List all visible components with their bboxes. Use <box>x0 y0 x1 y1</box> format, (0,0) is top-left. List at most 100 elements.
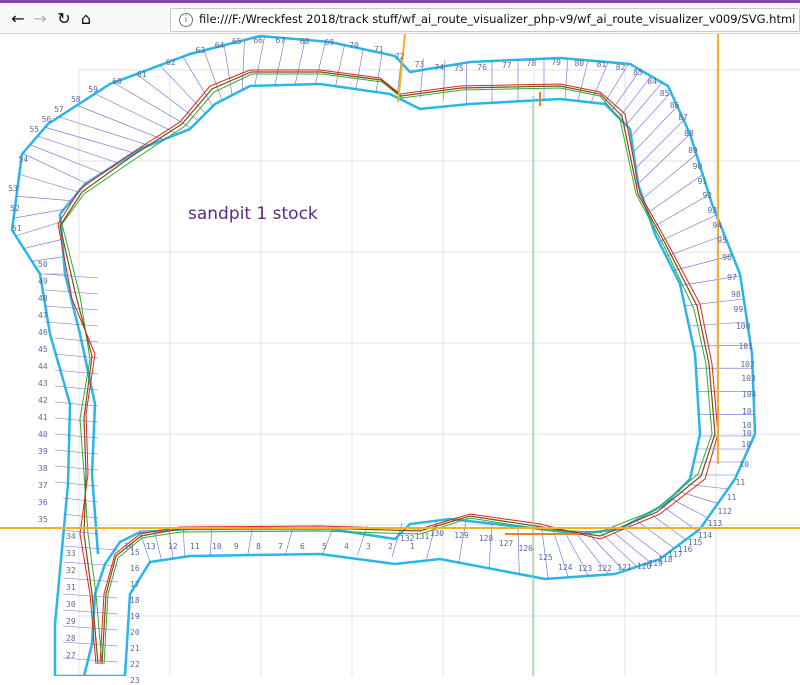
sector-label: 58 <box>71 95 81 104</box>
sector-label: 18 <box>130 596 140 605</box>
sector-label: 65 <box>232 37 242 46</box>
sector-label: 50 <box>38 260 48 269</box>
sector-label: 45 <box>38 345 48 354</box>
forward-icon[interactable]: → <box>30 9 50 29</box>
sector-label: 68 <box>300 37 310 46</box>
sector-line <box>38 136 118 163</box>
sector-label: 71 <box>374 45 384 54</box>
sector-line <box>45 127 134 153</box>
sector-line <box>23 153 87 183</box>
track-inner-boundary <box>60 84 700 676</box>
sector-label: 127 <box>499 539 513 548</box>
sector-line <box>336 45 345 86</box>
sector-line <box>685 484 728 489</box>
sector-line <box>77 105 163 139</box>
sector-label: 87 <box>678 113 688 122</box>
sector-label: 84 <box>647 77 657 86</box>
sector-label: 73 <box>415 60 425 69</box>
sector-label: 70 <box>349 41 359 50</box>
sector-label: 20 <box>130 628 140 637</box>
sector-line <box>55 434 98 438</box>
sector-label: 63 <box>196 46 206 55</box>
sector-label: 95 <box>717 236 727 245</box>
sector-line <box>295 40 305 85</box>
sector-label: 122 <box>598 564 612 573</box>
sector-label: 59 <box>88 85 98 94</box>
reload-icon[interactable]: ↻ <box>54 9 74 29</box>
sector-label: 8 <box>256 542 261 551</box>
sector-label: 10 <box>742 407 752 416</box>
sector-line <box>45 290 98 294</box>
sector-label: 51 <box>12 224 22 233</box>
map-title: sandpit 1 stock <box>188 204 318 224</box>
sector-label: 113 <box>708 519 722 528</box>
sector-label: 5 <box>322 542 327 551</box>
sector-label: 86 <box>670 101 680 110</box>
sector-line <box>489 524 492 569</box>
sector-label: 56 <box>42 115 52 124</box>
sector-label: 21 <box>130 644 140 653</box>
sector-line <box>45 322 98 326</box>
sector-label: 103 <box>741 374 755 383</box>
sector-line <box>611 530 650 562</box>
sector-label: 39 <box>38 447 48 456</box>
sector-label: 124 <box>558 563 572 572</box>
sector-label: 7 <box>278 542 283 551</box>
sector-label: 90 <box>693 162 703 171</box>
route-line-red <box>58 70 718 664</box>
sector-line <box>55 450 98 454</box>
sector-label: 69 <box>324 38 334 47</box>
sector-line <box>678 491 718 503</box>
route-visualizer-canvas: sandpit 1 stock 515253545556575859606162… <box>0 34 800 676</box>
sector-label: 66 <box>253 36 263 45</box>
home-icon[interactable]: ⌂ <box>76 9 96 29</box>
sector-label: 104 <box>742 390 756 399</box>
sector-label: 33 <box>66 549 76 558</box>
sector-label: 89 <box>688 146 698 155</box>
sector-label: 10 <box>742 429 752 438</box>
sector-line <box>285 529 292 555</box>
sector-label: 79 <box>551 58 561 67</box>
sector-line <box>633 106 677 152</box>
sector-label: 42 <box>38 396 48 405</box>
sector-label: 61 <box>137 70 147 79</box>
address-bar[interactable]: i file:///F:/Wreckfest 2018/track stuff/… <box>170 8 800 32</box>
sector-label: 101 <box>738 342 752 351</box>
sector-line <box>315 42 325 85</box>
sector-label: 75 <box>454 64 464 73</box>
sector-line <box>356 49 363 89</box>
sector-label: 129 <box>454 531 468 540</box>
back-icon[interactable]: ← <box>8 9 28 29</box>
sector-label: 112 <box>718 507 732 516</box>
sector-label: 4 <box>344 542 349 551</box>
sector-label: 74 <box>434 63 444 72</box>
sector-label: 10 <box>739 460 749 469</box>
sector-label: 123 <box>578 564 592 573</box>
sector-label: 67 <box>276 36 286 45</box>
sector-line <box>24 239 62 248</box>
sector-line <box>19 174 78 192</box>
sector-line <box>45 306 98 310</box>
sector-label: 1 <box>410 542 415 551</box>
sector-line <box>55 418 98 422</box>
sector-label: 31 <box>66 583 76 592</box>
sector-line <box>55 402 98 406</box>
sector-line <box>160 65 206 113</box>
sector-label: 12 <box>168 542 178 551</box>
sector-label: 77 <box>502 61 512 70</box>
sector-label: 125 <box>538 553 552 562</box>
sector-label: 62 <box>166 58 176 67</box>
sector-label: 121 <box>617 563 631 572</box>
sector-line <box>183 529 184 556</box>
sector-label: 96 <box>722 253 732 262</box>
sector-label: 94 <box>712 221 722 230</box>
sector-line <box>114 83 192 128</box>
sector-line <box>59 117 149 146</box>
info-icon[interactable]: i <box>179 13 193 27</box>
sector-label: 64 <box>215 41 225 50</box>
sector-label: 47 <box>38 311 48 320</box>
sector-line <box>619 76 651 118</box>
sector-line <box>623 527 663 557</box>
sector-label: 48 <box>38 294 48 303</box>
sector-line <box>565 59 568 100</box>
